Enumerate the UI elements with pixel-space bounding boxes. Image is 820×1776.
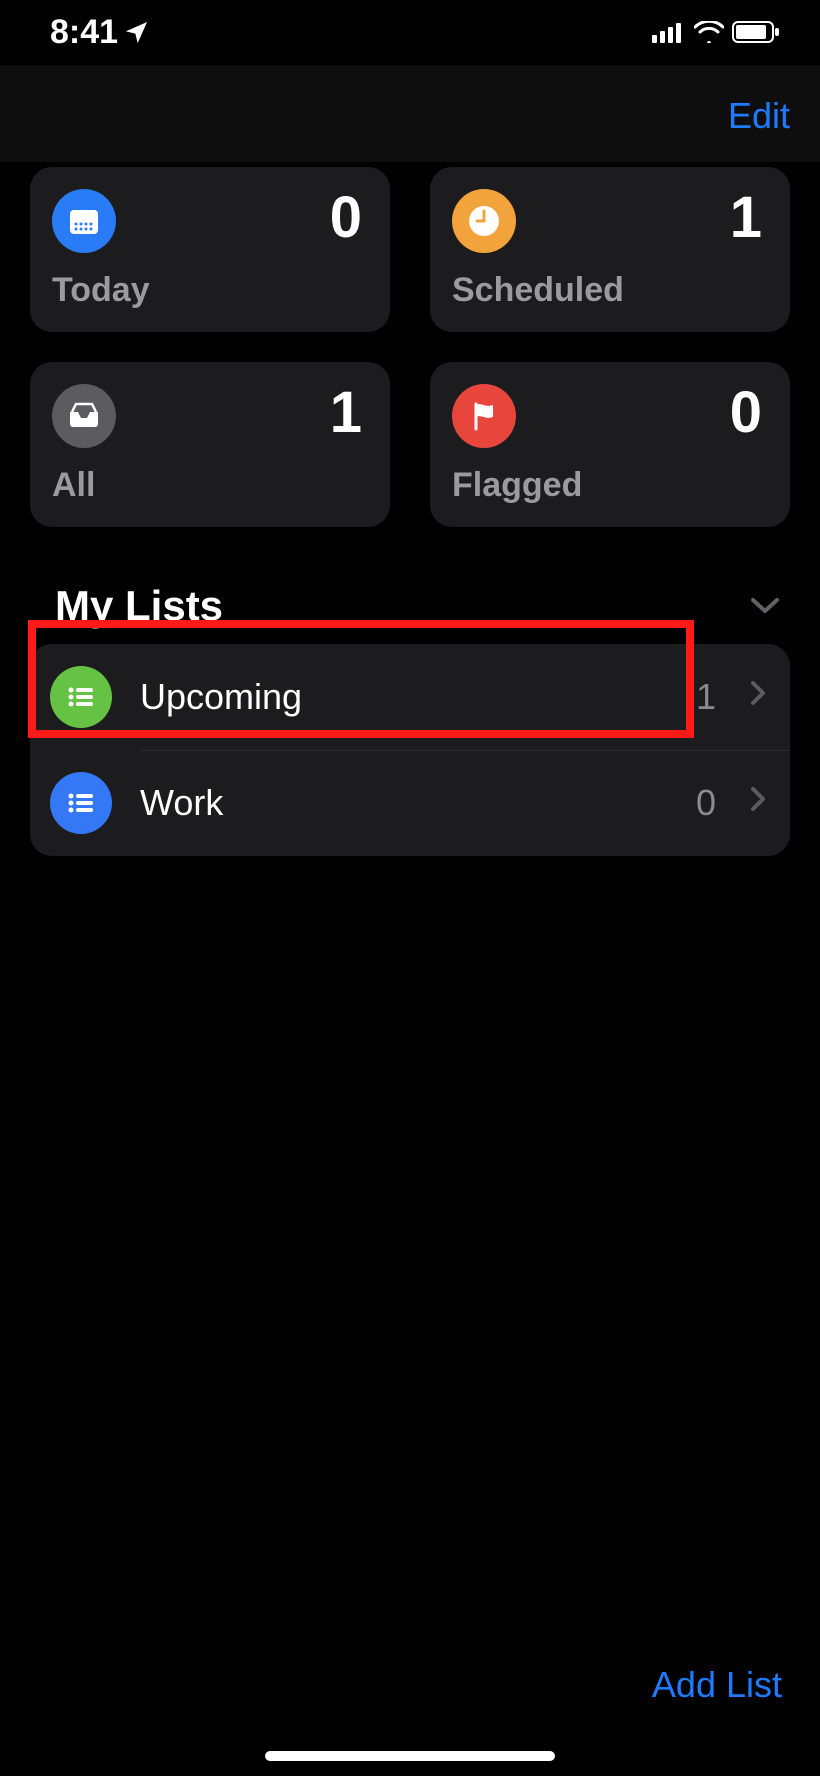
chevron-down-icon [750, 589, 780, 623]
chevron-right-icon [750, 680, 766, 714]
summary-cards: 0 Today 1 Scheduled 1 [0, 167, 820, 527]
card-flagged-count: 0 [730, 384, 762, 442]
tray-icon [52, 384, 116, 448]
chevron-right-icon [750, 786, 766, 820]
clock-icon [452, 189, 516, 253]
list-row-work[interactable]: Work 0 [30, 750, 790, 856]
list-row-upcoming[interactable]: Upcoming 1 [30, 644, 790, 750]
bottom-bar: Add List [652, 1664, 782, 1706]
card-today[interactable]: 0 Today [30, 167, 390, 332]
my-lists-title: My Lists [55, 582, 223, 630]
list-count: 1 [696, 676, 716, 718]
lists-container: Upcoming 1 Work 0 [30, 644, 790, 856]
card-scheduled-label: Scheduled [452, 271, 762, 310]
card-all-label: All [52, 466, 362, 505]
edit-button[interactable]: Edit [728, 95, 790, 137]
card-today-count: 0 [330, 189, 362, 247]
list-name: Upcoming [140, 676, 668, 718]
status-bar: 8:41 [0, 0, 820, 65]
calendar-icon [52, 189, 116, 253]
home-indicator[interactable] [265, 1751, 555, 1761]
header: Edit [0, 65, 820, 162]
add-list-button[interactable]: Add List [652, 1664, 782, 1706]
card-all-count: 1 [330, 384, 362, 442]
flag-icon [452, 384, 516, 448]
status-time: 8:41 [50, 13, 118, 52]
card-today-label: Today [52, 271, 362, 310]
card-flagged-label: Flagged [452, 466, 762, 505]
list-icon [50, 666, 112, 728]
my-lists-header[interactable]: My Lists [0, 582, 820, 630]
card-scheduled-count: 1 [730, 189, 762, 247]
card-scheduled[interactable]: 1 Scheduled [430, 167, 790, 332]
status-time-group: 8:41 [50, 13, 148, 52]
card-flagged[interactable]: 0 Flagged [430, 362, 790, 527]
card-all[interactable]: 1 All [30, 362, 390, 527]
location-icon [126, 13, 148, 52]
battery-icon [732, 13, 780, 52]
list-name: Work [140, 782, 668, 824]
status-indicators [652, 13, 780, 52]
cellular-icon [652, 13, 686, 52]
wifi-icon [694, 13, 724, 52]
list-icon [50, 772, 112, 834]
list-count: 0 [696, 782, 716, 824]
